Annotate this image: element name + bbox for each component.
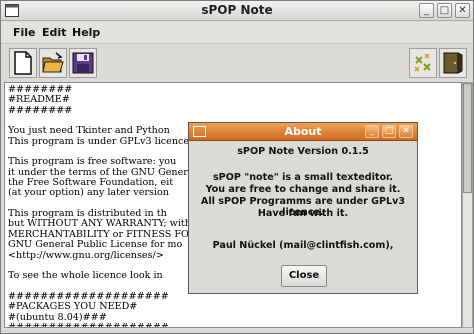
clear-icon — [414, 53, 431, 72]
open-folder-icon — [42, 52, 64, 73]
editor-text[interactable]: ######## #README# ######## You just need… — [8, 84, 207, 327]
scrollbar-thumb[interactable] — [463, 83, 472, 193]
open-file-button[interactable] — [39, 48, 67, 78]
window-titlebar[interactable]: sPOP Note _ □ ✕ — [1, 1, 473, 21]
about-author: Paul Nückel (mail@clintfish.com), — [212, 240, 394, 251]
save-disk-icon — [72, 52, 94, 74]
about-dialog: About _ □ ✕ sPOP Note Version 0.1.5 sPOP… — [188, 122, 418, 294]
save-file-button[interactable] — [69, 48, 97, 78]
about-close-icon[interactable]: ✕ — [399, 125, 413, 138]
menu-edit[interactable]: Edit — [42, 26, 66, 39]
about-maximize-button[interactable]: □ — [382, 125, 396, 138]
close-button[interactable]: Close — [281, 265, 327, 287]
about-titlebar[interactable]: About _ □ ✕ — [189, 123, 417, 141]
about-description: sPOP "note" is a small texteditor. — [212, 172, 394, 183]
maximize-button[interactable]: □ — [437, 3, 452, 18]
about-version: sPOP Note Version 0.1.5 — [237, 146, 369, 157]
about-fun: Have fun with it. — [257, 208, 349, 219]
exit-icon — [443, 52, 463, 74]
toolbar — [1, 45, 473, 81]
editor-scrollbar[interactable] — [462, 82, 473, 328]
clear-button[interactable] — [409, 48, 437, 78]
new-file-button[interactable] — [9, 48, 37, 78]
window-title: sPOP Note — [201, 3, 273, 17]
menu-help[interactable]: Help — [72, 26, 100, 39]
about-share: You are free to change and share it. — [205, 184, 401, 195]
close-window-button[interactable]: ✕ — [455, 3, 470, 18]
about-minimize-button[interactable]: _ — [365, 125, 379, 138]
menubar: File Edit Help — [1, 22, 473, 44]
menu-file[interactable]: File — [13, 26, 36, 39]
minimize-button[interactable]: _ — [419, 3, 434, 18]
exit-button[interactable] — [439, 48, 467, 78]
new-file-icon — [14, 51, 32, 75]
